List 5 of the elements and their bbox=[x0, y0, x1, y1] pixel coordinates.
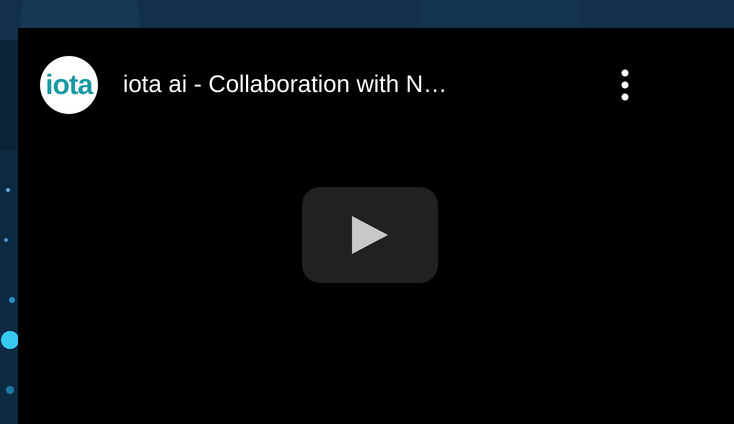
play-icon bbox=[352, 216, 388, 254]
play-button[interactable] bbox=[302, 187, 438, 283]
more-icon[interactable] bbox=[621, 69, 629, 101]
video-title[interactable]: iota ai - Collaboration with N… bbox=[123, 67, 613, 103]
video-player[interactable]: iota iota ai - Collaboration with N… bbox=[18, 28, 734, 424]
